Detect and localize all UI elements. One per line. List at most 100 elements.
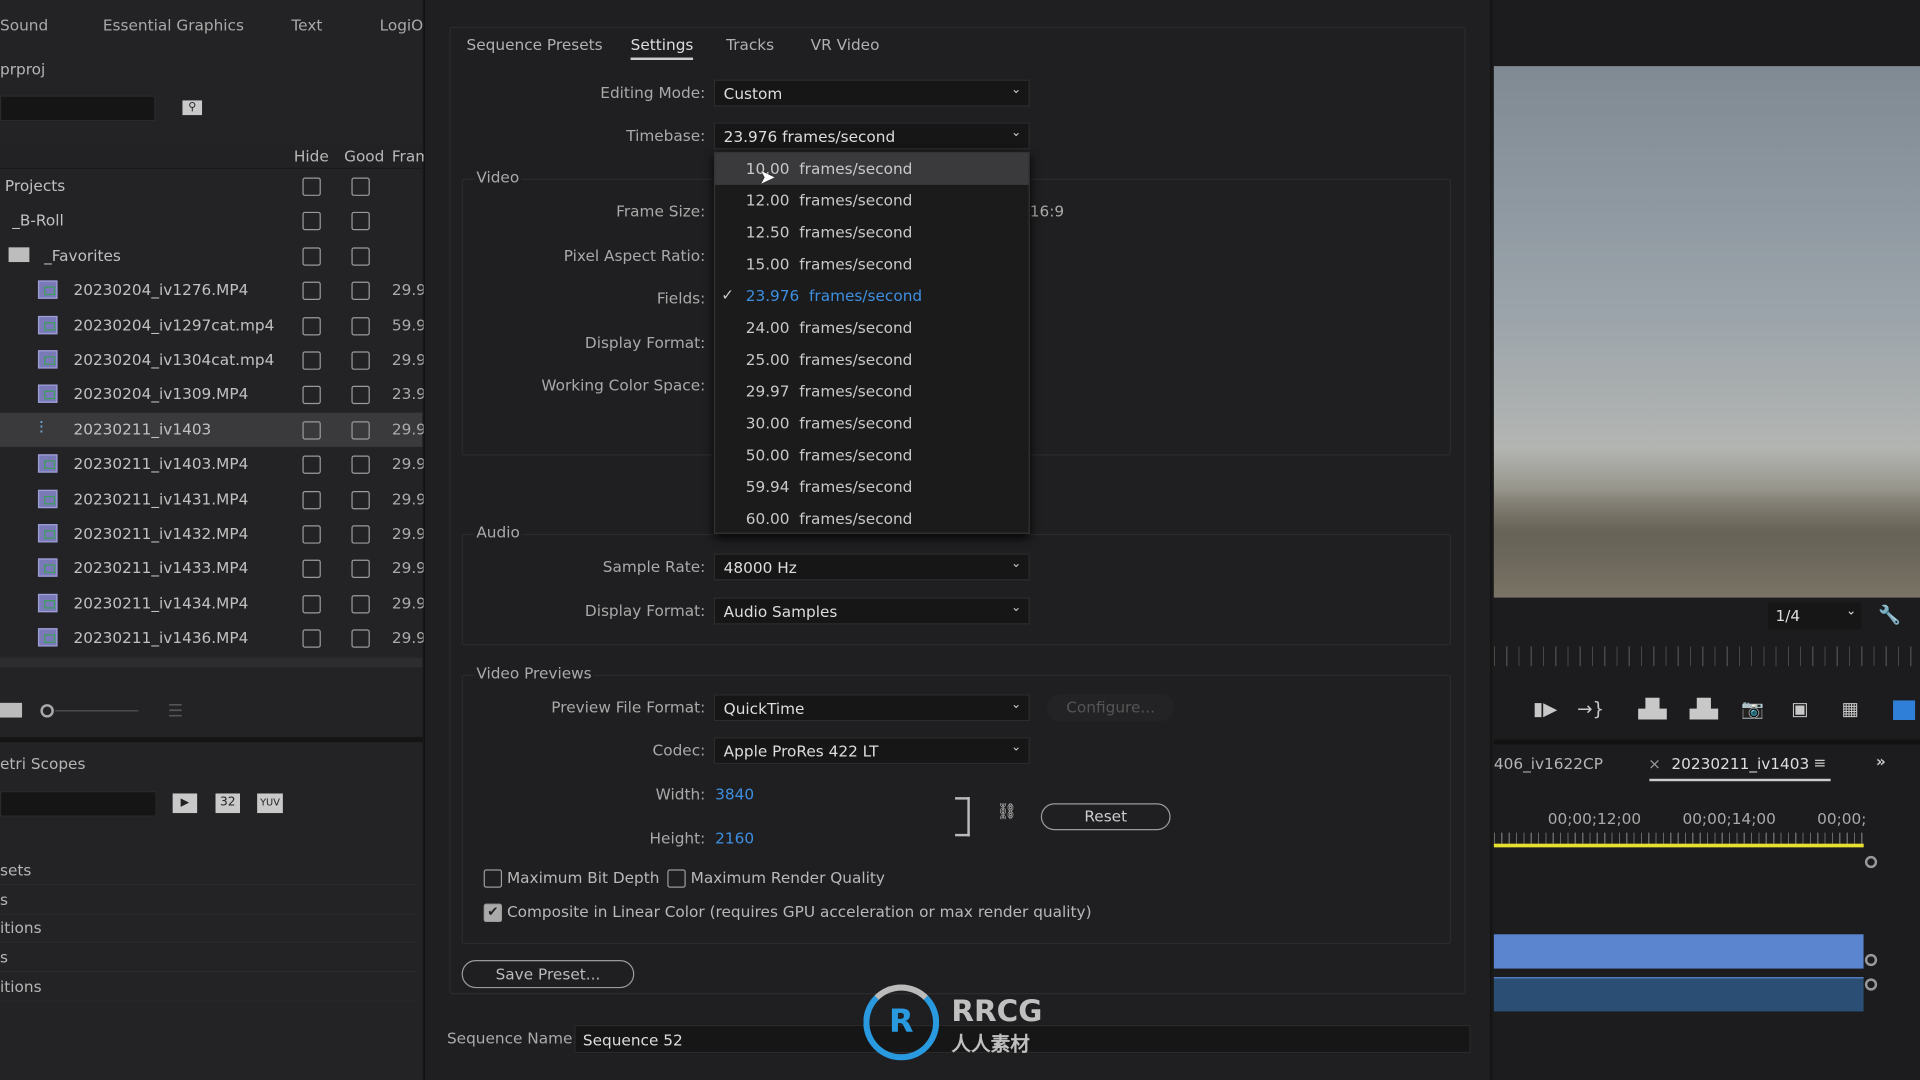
effects-search-input[interactable] [0, 791, 157, 817]
linear-color-checkbox[interactable]: ✔ [483, 903, 503, 923]
yuv-effects-icon[interactable]: YUV [257, 793, 283, 814]
editing-mode-dropdown[interactable]: Custom ⌄ [713, 79, 1030, 107]
hide-checkbox[interactable] [302, 525, 321, 544]
extract-icon[interactable]: ▟▙ [1690, 698, 1718, 720]
project-item[interactable]: 20230204_iv1276.MP4 29.9 [0, 273, 426, 307]
reset-button[interactable]: Reset [1040, 803, 1171, 831]
col-hide[interactable]: Hide [294, 147, 329, 165]
hide-checkbox[interactable] [302, 629, 321, 648]
hide-checkbox[interactable] [302, 560, 321, 579]
timebase-option[interactable]: 59.94 frames/second [715, 471, 1028, 503]
width-value[interactable]: 3840 [715, 785, 754, 803]
project-item[interactable]: _Favorites [0, 239, 422, 273]
video-clip[interactable] [1493, 934, 1864, 969]
good-checkbox[interactable] [351, 420, 370, 440]
project-item[interactable]: 20230211_iv1431.MP4 29.9 [0, 482, 426, 516]
project-item[interactable]: 20230204_iv1297cat.mp4 59.9 [0, 308, 426, 342]
save-preset-button[interactable]: Save Preset... [461, 960, 635, 989]
timebase-dropdown[interactable]: 23.976 frames/second ⌄ [713, 122, 1030, 150]
lumetri-scopes-title[interactable]: etri Scopes [0, 754, 85, 772]
workspace-tab[interactable]: Sound [0, 16, 48, 34]
good-checkbox[interactable] [351, 525, 370, 544]
workspace-tab[interactable]: Essential Graphics [103, 16, 244, 34]
audio-clip[interactable] [1493, 977, 1864, 1012]
workspace-tab[interactable]: Text [291, 16, 322, 34]
monitor-ruler[interactable] [1493, 646, 1920, 667]
zoom-level-dropdown[interactable]: 1/4 ⌄ [1768, 602, 1862, 630]
multicam-icon[interactable]: ▦ [1842, 698, 1859, 720]
timebase-option[interactable]: 24.00 frames/second [715, 312, 1028, 344]
link-icon[interactable]: ⛓ [997, 803, 1017, 821]
work-area-bar[interactable] [1493, 843, 1864, 848]
timebase-option[interactable]: 50.00 frames/second [715, 440, 1028, 472]
dialog-tab[interactable]: Sequence Presets [467, 36, 603, 54]
hide-checkbox[interactable] [302, 420, 321, 440]
good-checkbox[interactable] [351, 490, 370, 509]
good-checkbox[interactable] [351, 455, 370, 475]
good-checkbox[interactable] [351, 351, 370, 370]
workspace-tab[interactable]: LogiO [380, 16, 424, 34]
dialog-tab[interactable]: Tracks [726, 36, 774, 54]
good-checkbox[interactable] [351, 594, 370, 614]
lift-icon[interactable]: ▟▙ [1638, 698, 1666, 720]
scroll-handle[interactable] [1864, 953, 1878, 967]
good-checkbox[interactable] [351, 247, 370, 266]
good-checkbox[interactable] [351, 281, 370, 301]
height-value[interactable]: 2160 [715, 829, 754, 847]
project-item[interactable]: 20230211_iv1432.MP4 29.9 [0, 517, 426, 551]
col-good[interactable]: Good [344, 147, 384, 165]
timebase-option[interactable]: ✓ 23.976 frames/second [715, 280, 1028, 312]
accelerated-effects-icon[interactable]: ▶ [172, 793, 198, 814]
project-item[interactable]: 20230211_iv1433.MP4 29.9 [0, 551, 426, 585]
good-checkbox[interactable] [351, 386, 370, 405]
timebase-option[interactable]: 29.97 frames/second [715, 376, 1028, 408]
hide-checkbox[interactable] [302, 212, 321, 231]
hide-checkbox[interactable] [302, 490, 321, 509]
hide-checkbox[interactable] [302, 386, 321, 405]
export-frame-icon[interactable]: 📷 [1741, 698, 1764, 720]
close-tab-icon[interactable]: × [1648, 754, 1661, 772]
effects-folder[interactable]: sets [0, 857, 417, 886]
32bit-effects-icon[interactable]: 32 [215, 793, 241, 814]
project-item[interactable]: 20230204_iv1309.MP4 23.9 [0, 378, 426, 412]
timebase-option[interactable]: 30.00 frames/second [715, 408, 1028, 440]
project-item[interactable]: _B-Roll [0, 204, 422, 238]
scroll-handle[interactable] [1864, 978, 1878, 991]
hide-checkbox[interactable] [302, 455, 321, 475]
project-item[interactable]: 20230211_iv1436.MP4 29.9 [0, 621, 426, 655]
timebase-option[interactable]: 25.00 frames/second [715, 344, 1028, 376]
dialog-tab[interactable]: VR Video [811, 36, 880, 54]
tab-menu-icon[interactable]: ≡ [1813, 753, 1826, 771]
good-checkbox[interactable] [351, 316, 370, 336]
hide-checkbox[interactable] [302, 281, 321, 301]
dialog-tab[interactable]: Settings [630, 36, 694, 61]
hide-checkbox[interactable] [302, 177, 321, 196]
timeline-tab-0[interactable]: 406_iv1622CP [1494, 754, 1603, 772]
project-item[interactable]: Projects [0, 169, 422, 203]
effects-folder[interactable]: itions [0, 915, 417, 944]
hide-checkbox[interactable] [302, 594, 321, 614]
step-forward-icon[interactable]: ▮▶ [1533, 698, 1557, 720]
audio-display-format-dropdown[interactable]: Audio Samples ⌄ [713, 597, 1030, 625]
good-checkbox[interactable] [351, 560, 370, 579]
good-checkbox[interactable] [351, 212, 370, 231]
preview-format-dropdown[interactable]: QuickTime ⌄ [713, 694, 1030, 722]
scroll-handle[interactable] [1864, 855, 1878, 869]
scrollbar[interactable] [0, 657, 423, 668]
hide-checkbox[interactable] [302, 247, 321, 266]
timeline-tab-1[interactable]: 20230211_iv1403 [1671, 754, 1809, 772]
timebase-option[interactable]: 60.00 frames/second [715, 503, 1028, 535]
effects-folder[interactable]: s [0, 944, 417, 973]
good-checkbox[interactable] [351, 177, 370, 196]
project-item[interactable]: 20230204_iv1304cat.mp4 29.9 [0, 343, 426, 377]
timeline-ruler[interactable] [1493, 832, 1864, 844]
hide-checkbox[interactable] [302, 316, 321, 336]
configure-button[interactable]: Configure... [1046, 694, 1175, 722]
project-search-input[interactable] [0, 95, 156, 122]
project-item[interactable]: 20230211_iv1434.MP4 29.9 [0, 586, 426, 620]
timebase-option[interactable]: 12.00 frames/second [715, 185, 1028, 217]
max-bit-depth-checkbox[interactable] [483, 869, 503, 888]
project-item[interactable]: 20230211_iv1403.MP4 29.9 [0, 447, 426, 481]
wrench-icon[interactable]: 🔧 [1878, 604, 1901, 626]
effects-folder[interactable]: itions [0, 973, 417, 1002]
